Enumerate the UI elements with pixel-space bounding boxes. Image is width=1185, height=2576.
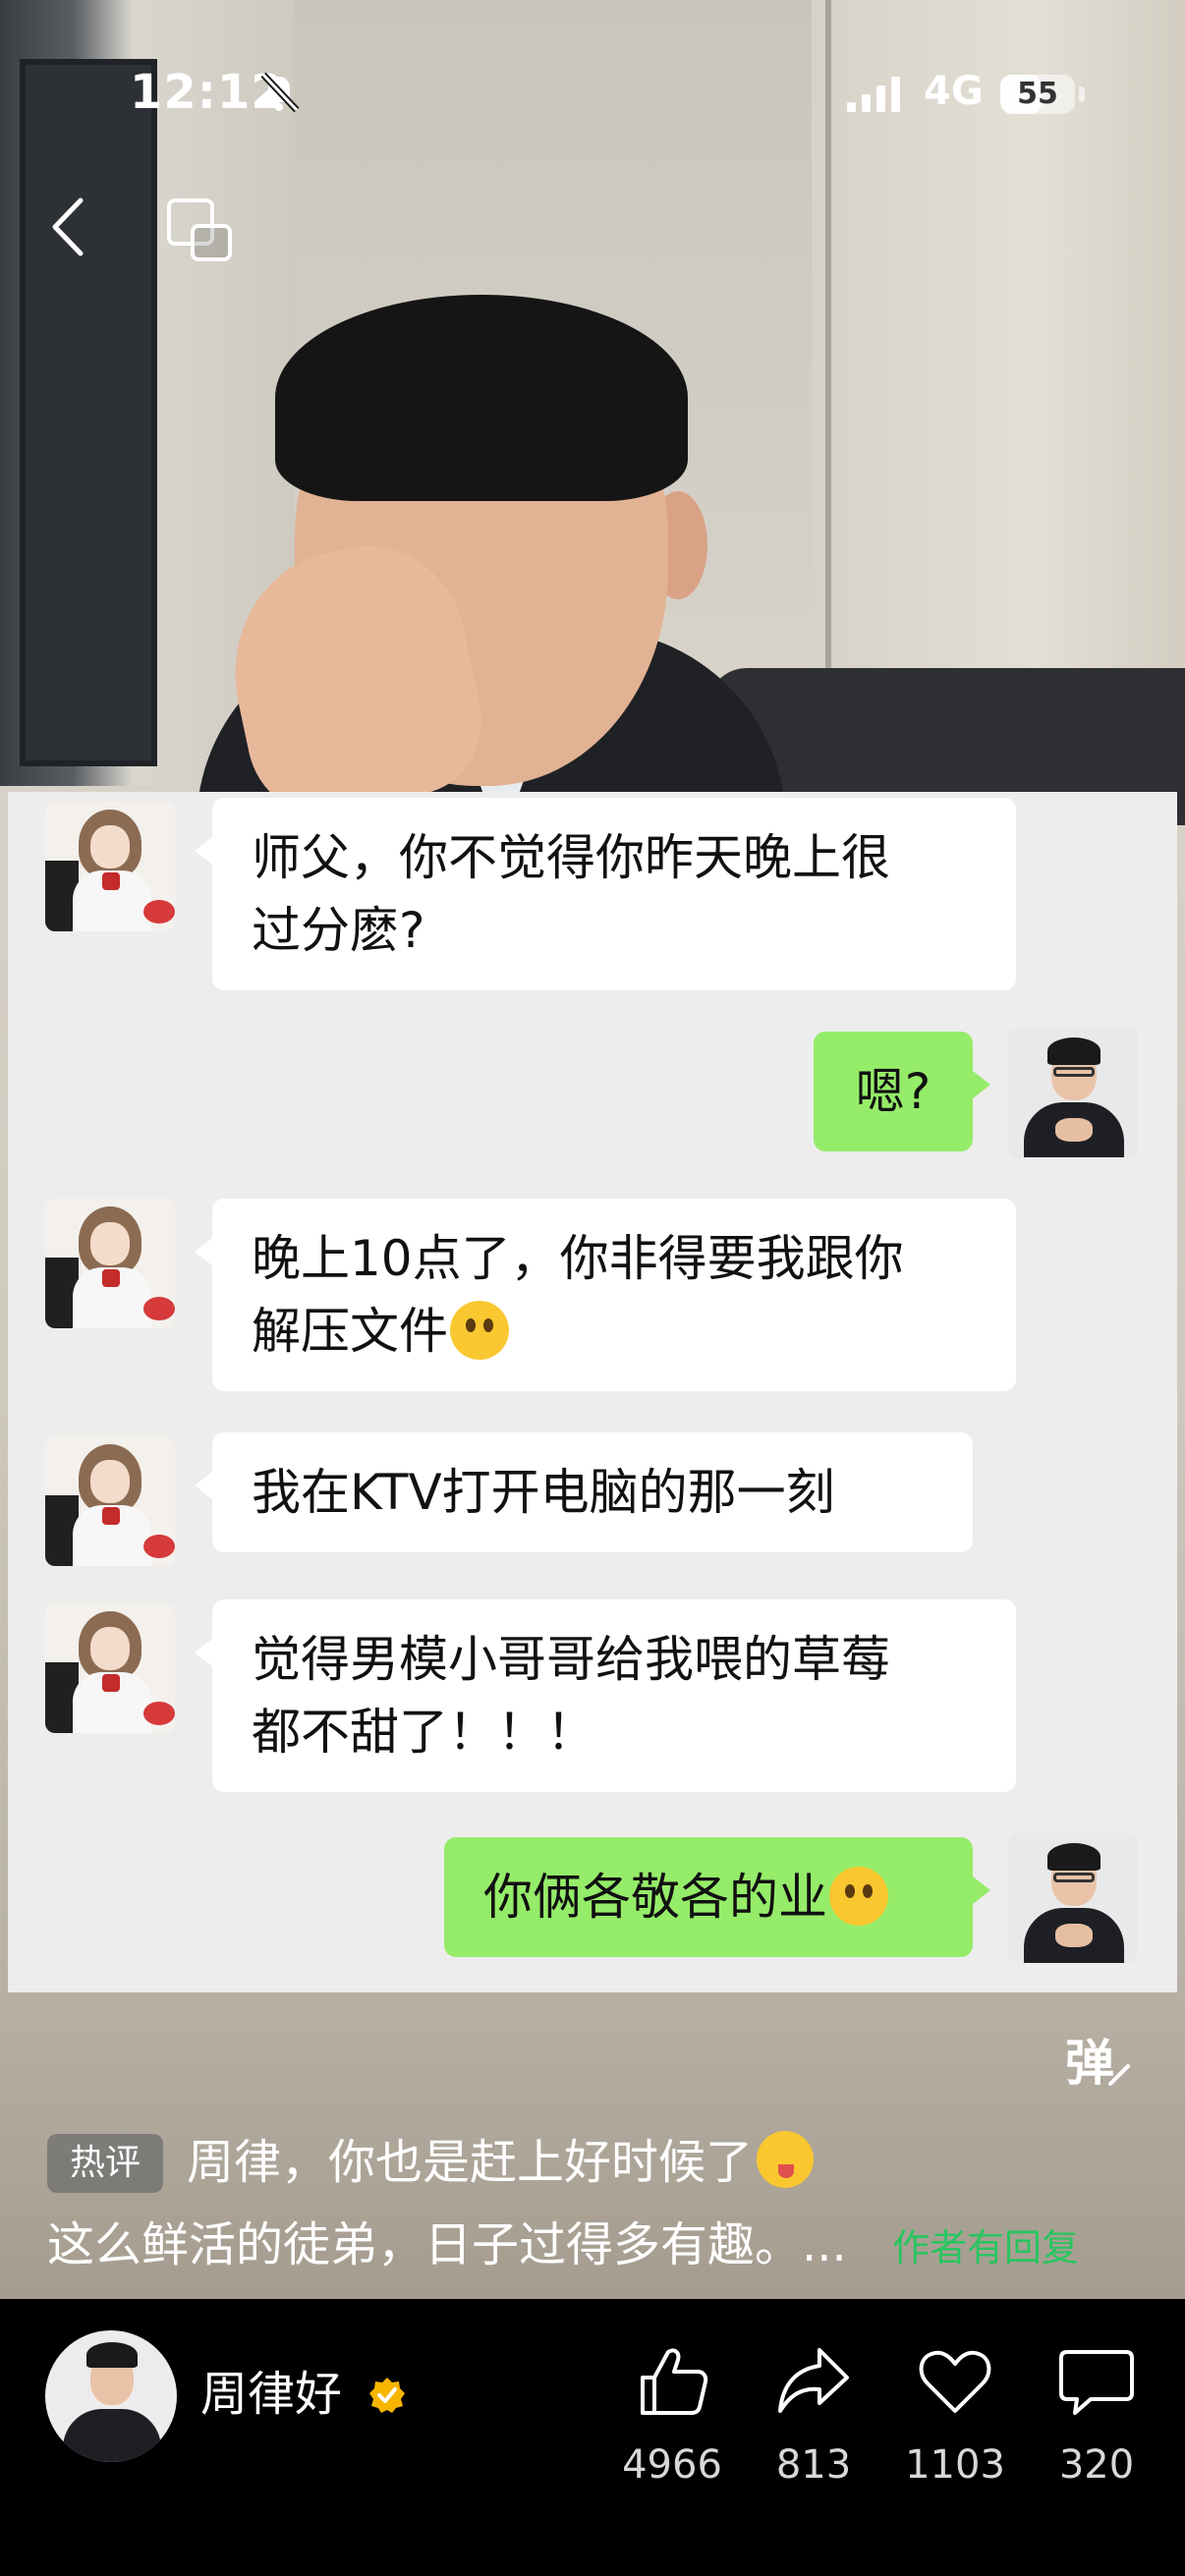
battery-percent: 55 [1017,77,1058,111]
self-avatar [1008,1028,1138,1157]
chat-bubble-received: 师父，你不觉得你昨天晚上很 过分麽? [195,798,1016,990]
message-text: 过分麽? [252,902,425,959]
author-reply-link[interactable]: 作者有回复 [892,2218,1079,2277]
share-button[interactable]: 813 [755,2344,873,2490]
message-text: 师父，你不觉得你昨天晚上很 [252,829,890,886]
comment-button[interactable]: 320 [1038,2344,1156,2490]
friend-avatar [45,802,175,931]
signal-icon [847,77,900,112]
author-name[interactable]: 周律好 [200,2360,342,2429]
person-hair [275,295,688,501]
message-text: 都不甜了！！！ [252,1704,595,1761]
hot-comment-line1: 周律，你也是赶上好时候了 [187,2135,754,2190]
hot-comment-line2: 这么鲜活的徒弟，日子过得多有趣。... [47,2217,847,2272]
heart-icon [919,2350,991,2413]
chat-bubble-received: 晚上10点了，你非得要我跟你 解压文件 [195,1199,1016,1391]
chat-bubble-received: 我在KTV打开电脑的那一刻 [195,1432,973,1552]
danmaku-toggle-button[interactable]: 弹 [1065,2024,1132,2095]
message-text: 晚上10点了，你非得要我跟你 [252,1230,904,1287]
friend-avatar [45,1436,175,1566]
message-text: 我在KTV打开电脑的那一刻 [252,1464,835,1521]
chat-bubble-sent: 嗯? [814,1032,990,1151]
share-arrow-icon [778,2348,849,2413]
status-bar: 12:12 4G 55 [0,0,1185,196]
flushed-emoji-icon [450,1301,509,1360]
network-type: 4G [924,69,984,114]
mute-bell-icon [260,72,300,113]
chat-screenshot: 师父，你不觉得你昨天晚上很 过分麽? 嗯? 晚上10点了，你非得要我跟你 解压文… [8,792,1177,1992]
self-avatar [1008,1833,1138,1963]
like-count: 4966 [622,2442,722,2488]
friend-avatar [45,1603,175,1733]
back-chevron-icon[interactable] [45,193,94,261]
friend-avatar [45,1199,175,1328]
author-avatar[interactable] [45,2330,177,2462]
thumbs-up-icon [641,2348,708,2415]
picture-in-picture-icon[interactable] [165,196,236,265]
message-text: 你俩各敬各的业 [483,1869,827,1926]
wink-tongue-emoji-icon [757,2131,815,2188]
battery-icon: 55 [1000,75,1075,114]
message-text: 嗯? [855,1063,931,1120]
chat-bubble-received: 觉得男模小哥哥给我喂的草莓 都不甜了！！！ [195,1599,1016,1792]
pen-icon [1108,2064,1130,2086]
verified-badge-icon [369,2378,405,2413]
bottom-bar: 周律好 4966 813 1103 320 [0,2299,1185,2576]
chat-bubble-sent: 你俩各敬各的业 [444,1837,990,1957]
hot-comment-text: 周律，你也是赶上好时候了 [187,2130,815,2195]
danmaku-label: 弹 [1065,2035,1114,2092]
comment-bubble-icon [1059,2350,1134,2415]
message-text: 觉得男模小哥哥给我喂的草莓 [252,1631,890,1688]
share-count: 813 [775,2442,852,2488]
smile-emoji-icon [829,1867,888,1926]
hot-comment-badge: 热评 [47,2134,163,2193]
favorite-button[interactable]: 1103 [896,2344,1014,2490]
battery-tip [1079,86,1085,102]
like-button[interactable]: 4966 [613,2344,731,2490]
comment-count: 320 [1058,2442,1135,2488]
message-text: 解压文件 [252,1303,448,1360]
favorite-count: 1103 [905,2442,1005,2488]
